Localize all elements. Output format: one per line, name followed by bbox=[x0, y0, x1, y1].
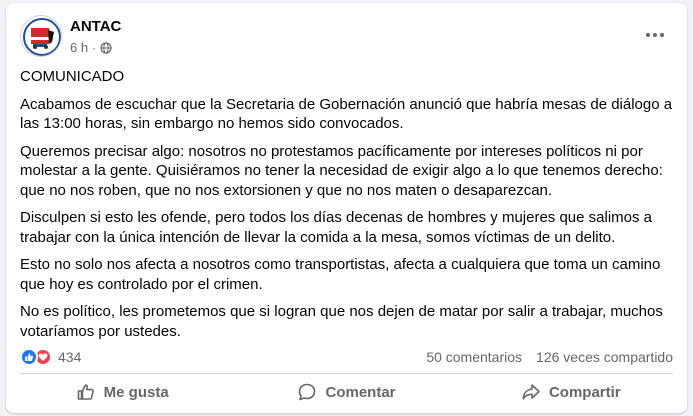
more-dot bbox=[660, 33, 664, 37]
post-paragraph: Queremos precisar algo: nosotros no prot… bbox=[20, 142, 663, 199]
post-card: ANTAC 6 h · COMUNICADO Acabamos de escuc… bbox=[6, 3, 687, 413]
like-button[interactable]: Me gusta bbox=[10, 375, 234, 409]
like-label: Me gusta bbox=[103, 383, 169, 401]
post-paragraph: Disculpen si esto les ofende, pero todos… bbox=[20, 209, 653, 246]
comment-button[interactable]: Comentar bbox=[234, 375, 458, 409]
share-label: Compartir bbox=[548, 383, 621, 401]
post-meta: 6 h · bbox=[70, 40, 112, 55]
post-paragraph: No es político, les prometemos que si lo… bbox=[20, 303, 663, 340]
comment-bubble-icon bbox=[299, 383, 316, 401]
post-header: ANTAC 6 h · bbox=[20, 15, 673, 59]
meta-separator: · bbox=[92, 40, 97, 55]
comments-count[interactable]: 50 comentarios bbox=[426, 349, 522, 365]
post-paragraph: COMUNICADO bbox=[20, 68, 125, 85]
post-paragraph: Acabamos de escuchar que la Secretaria d… bbox=[20, 95, 673, 133]
author-name[interactable]: ANTAC bbox=[70, 18, 121, 35]
more-dot bbox=[653, 33, 657, 37]
like-reaction-icon bbox=[20, 348, 38, 366]
antac-logo-icon bbox=[23, 18, 61, 56]
engagement-counts: 50 comentarios 126 veces compartido bbox=[426, 349, 673, 365]
more-dot bbox=[646, 33, 650, 37]
post-body: COMUNICADO Acabamos de escuchar que la S… bbox=[20, 67, 675, 349]
thumbs-up-icon bbox=[77, 384, 94, 400]
actions-divider bbox=[20, 373, 673, 374]
post-time[interactable]: 6 h bbox=[70, 40, 88, 55]
globe-icon bbox=[100, 41, 112, 54]
shares-count[interactable]: 126 veces compartido bbox=[536, 349, 673, 365]
more-options-button[interactable] bbox=[641, 23, 669, 47]
post-stats: 434 50 comentarios 126 veces compartido bbox=[20, 347, 673, 367]
comment-label: Comentar bbox=[325, 383, 396, 401]
reactions-summary[interactable]: 434 bbox=[20, 348, 81, 366]
reaction-count[interactable]: 434 bbox=[58, 349, 81, 365]
avatar[interactable] bbox=[20, 15, 62, 57]
share-button[interactable]: Compartir bbox=[459, 375, 683, 409]
post-actions: Me gusta Comentar Compartir bbox=[10, 375, 683, 409]
post-paragraph: Esto no solo nos afecta a nosotros como … bbox=[20, 256, 661, 293]
share-arrow-icon bbox=[522, 384, 540, 400]
